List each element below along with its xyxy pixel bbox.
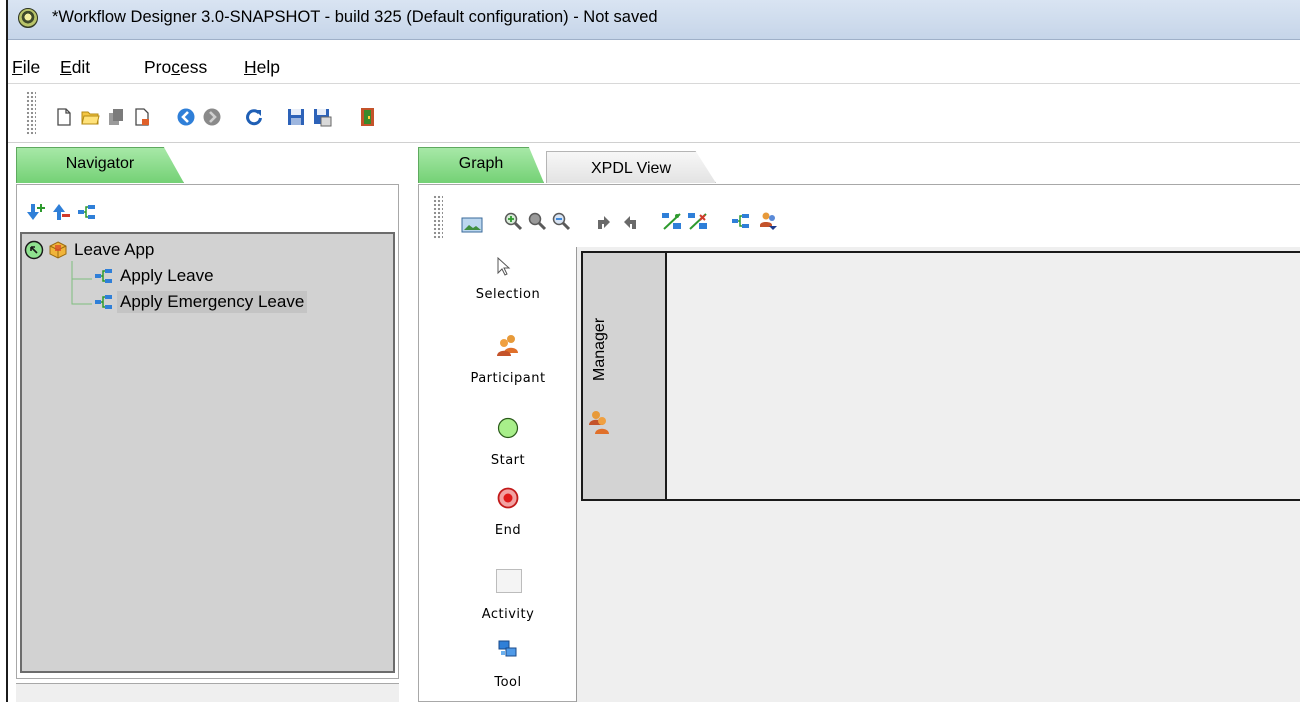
participant-lane[interactable]: Manager	[581, 251, 1300, 501]
palette-activity-label[interactable]: Activity	[440, 607, 576, 622]
graph-canvas[interactable]: Manager	[576, 247, 1300, 702]
tree-root-item[interactable]: Leave App	[24, 238, 157, 262]
workflow-designer-logo-icon	[18, 8, 38, 28]
navigator-status-area	[16, 683, 399, 702]
process-icon[interactable]	[77, 202, 97, 222]
move-up-participant-icon[interactable]	[595, 211, 615, 231]
menu-file[interactable]: File	[12, 57, 40, 78]
tree-item-apply-leave[interactable]: Apply Leave	[94, 264, 217, 288]
disconnect-icon[interactable]	[687, 211, 709, 231]
lane-header[interactable]: Manager	[583, 253, 667, 499]
palette-selection-label[interactable]: Selection	[440, 287, 576, 302]
palette-tool-label[interactable]: Tool	[440, 675, 576, 690]
window-title: *Workflow Designer 3.0-SNAPSHOT - build …	[52, 8, 658, 26]
tree-item-label-selected: Apply Emergency Leave	[117, 291, 308, 313]
subflow-icon[interactable]	[731, 211, 751, 231]
participant-icon[interactable]	[496, 333, 520, 357]
actual-size-icon[interactable]	[527, 211, 547, 231]
save-all-disabled-icon[interactable]	[106, 107, 126, 127]
tree-root-label: Leave App	[74, 240, 155, 259]
package-root-icon	[24, 240, 44, 260]
move-up-icon[interactable]	[51, 202, 71, 222]
connect-icon[interactable]	[661, 211, 683, 231]
lane-participant-icon	[589, 411, 609, 434]
menu-bar: File Edit Process Help	[8, 40, 1300, 84]
new-document-icon[interactable]	[54, 107, 74, 127]
save-as-icon[interactable]	[312, 107, 332, 127]
title-bar: *Workflow Designer 3.0-SNAPSHOT - build …	[8, 0, 1300, 40]
tab-graph[interactable]: Graph	[418, 147, 544, 183]
add-participant-icon[interactable]	[759, 211, 779, 231]
end-event-icon[interactable]	[497, 487, 519, 509]
element-palette: Selection Participant Start End Activity…	[440, 247, 576, 702]
tool-icon[interactable]	[498, 639, 518, 659]
move-down-participant-icon[interactable]	[619, 211, 639, 231]
package-icon	[49, 241, 67, 259]
lane-participant-label: Manager	[591, 317, 608, 381]
forward-disabled-icon[interactable]	[202, 107, 222, 127]
tree-item-apply-emergency-leave[interactable]: Apply Emergency Leave	[94, 290, 308, 314]
palette-end-label[interactable]: End	[440, 523, 576, 538]
graph-editor: Selection Participant Start End Activity…	[418, 184, 1300, 702]
main-toolbar	[8, 85, 1300, 143]
selection-cursor-icon[interactable]	[496, 257, 512, 277]
tab-navigator[interactable]: Navigator	[16, 147, 184, 183]
process-tree: Leave App Apply Leave Apply Emergency Le…	[20, 232, 395, 673]
exit-icon[interactable]	[358, 107, 378, 127]
process-icon	[95, 269, 112, 283]
back-icon[interactable]	[176, 107, 196, 127]
activity-icon[interactable]	[496, 569, 522, 593]
toolbar-grip[interactable]	[26, 91, 36, 135]
move-down-icon[interactable]	[26, 202, 46, 222]
tab-xpdl-view[interactable]: XPDL View	[546, 151, 716, 183]
save-icon[interactable]	[286, 107, 306, 127]
menu-edit[interactable]: Edit	[60, 57, 90, 78]
tree-item-label: Apply Leave	[120, 266, 214, 285]
navigator-content: Leave App Apply Leave Apply Emergency Le…	[16, 184, 399, 679]
menu-process[interactable]: Process	[144, 57, 207, 78]
open-folder-icon[interactable]	[80, 107, 100, 127]
refresh-icon[interactable]	[244, 107, 264, 127]
zoom-out-icon[interactable]	[551, 211, 571, 231]
palette-participant-label[interactable]: Participant	[440, 371, 576, 386]
navigator-panel: Navigator Leave App Apply Leave Apply Em…	[8, 143, 400, 702]
start-event-icon[interactable]	[497, 417, 519, 439]
menu-help[interactable]: Help	[244, 57, 280, 78]
graph-toolbar-grip[interactable]	[433, 195, 443, 239]
zoom-in-icon[interactable]	[503, 211, 523, 231]
screenshot-icon[interactable]	[461, 215, 483, 235]
process-icon	[95, 295, 112, 309]
close-document-icon[interactable]	[132, 107, 152, 127]
editor-panel: Graph XPDL View Selection Participant St…	[406, 143, 1300, 702]
palette-start-label[interactable]: Start	[440, 453, 576, 468]
